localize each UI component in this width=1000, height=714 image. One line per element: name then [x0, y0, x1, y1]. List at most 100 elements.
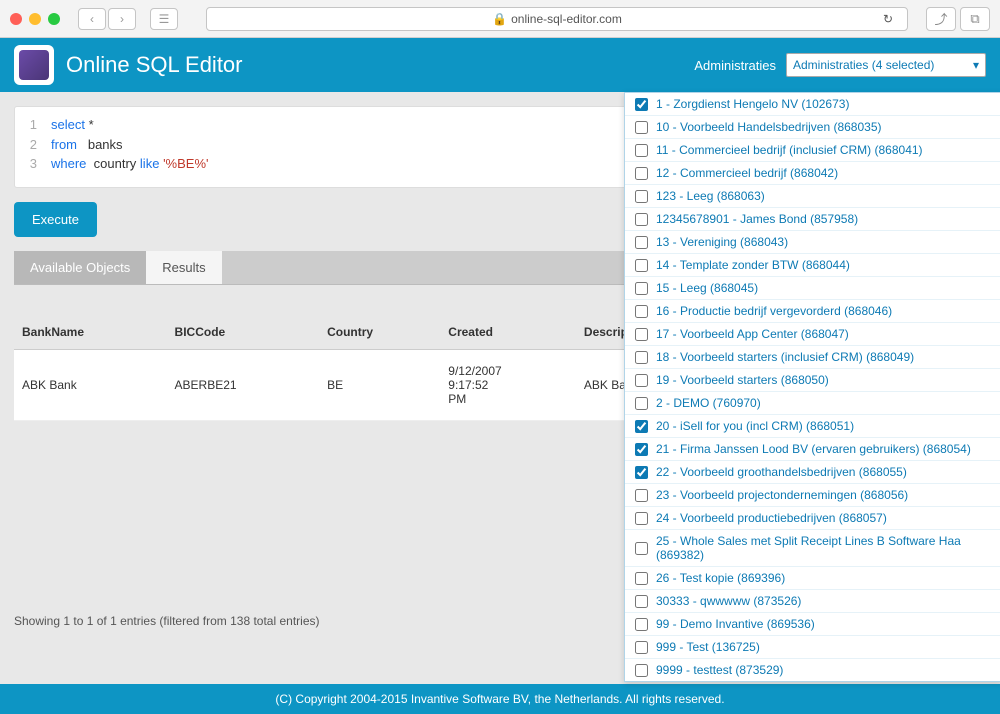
dropdown-item-label: 999 - Test (136725) [656, 640, 760, 654]
dropdown-item[interactable]: 14 - Template zonder BTW (868044) [625, 254, 1000, 277]
dropdown-checkbox[interactable] [635, 542, 648, 555]
dropdown-checkbox[interactable] [635, 664, 648, 677]
dropdown-item-label: 22 - Voorbeeld groothandelsbedrijven (86… [656, 465, 907, 479]
dropdown-checkbox[interactable] [635, 98, 648, 111]
dropdown-item[interactable]: 15 - Leeg (868045) [625, 277, 1000, 300]
dropdown-checkbox[interactable] [635, 282, 648, 295]
dropdown-item[interactable]: 26 - Test kopie (869396) [625, 567, 1000, 590]
dropdown-item-label: 19 - Voorbeeld starters (868050) [656, 373, 829, 387]
dropdown-checkbox[interactable] [635, 595, 648, 608]
dropdown-item-label: 12345678901 - James Bond (857958) [656, 212, 858, 226]
refresh-icon[interactable]: ↻ [877, 12, 899, 26]
tab-available-objects[interactable]: Available Objects [14, 251, 146, 284]
admin-dropdown-panel: 1 - Zorgdienst Hengelo NV (102673) 10 - V… [624, 92, 1000, 682]
dropdown-item[interactable]: 11 - Commercieel bedrijf (inclusief CRM)… [625, 139, 1000, 162]
dropdown-item[interactable]: 20 - iSell for you (incl CRM) (868051) [625, 415, 1000, 438]
dropdown-item[interactable]: 99 - Demo Invantive (869536) [625, 613, 1000, 636]
share-button[interactable]: ⤴ [926, 7, 956, 31]
chevron-down-icon: ▾ [973, 58, 979, 72]
dropdown-checkbox[interactable] [635, 397, 648, 410]
browser-right-buttons: ⤴ ⧉ [926, 7, 990, 31]
dropdown-item[interactable]: 21 - Firma Janssen Lood BV (ervaren gebr… [625, 438, 1000, 461]
dropdown-item[interactable]: 9999 - testtest (873529) [625, 659, 1000, 682]
dropdown-item[interactable]: 24 - Voorbeeld productiebedrijven (86805… [625, 507, 1000, 530]
dropdown-checkbox[interactable] [635, 641, 648, 654]
dropdown-item-label: 24 - Voorbeeld productiebedrijven (86805… [656, 511, 887, 525]
dropdown-item[interactable]: 999 - Test (136725) [625, 636, 1000, 659]
dropdown-item[interactable]: 123 - Leeg (868063) [625, 185, 1000, 208]
dropdown-item[interactable]: 22 - Voorbeeld groothandelsbedrijven (86… [625, 461, 1000, 484]
dropdown-item[interactable]: 2 - DEMO (760970) [625, 392, 1000, 415]
dropdown-checkbox[interactable] [635, 489, 648, 502]
tab-results[interactable]: Results [146, 251, 221, 284]
dropdown-checkbox[interactable] [635, 618, 648, 631]
app-header: Online SQL Editor Administraties Adminis… [0, 38, 1000, 92]
footer: (C) Copyright 2004-2015 Invantive Softwa… [0, 684, 1000, 714]
dropdown-checkbox[interactable] [635, 167, 648, 180]
dropdown-item[interactable]: 17 - Voorbeeld App Center (868047) [625, 323, 1000, 346]
dropdown-checkbox[interactable] [635, 512, 648, 525]
dropdown-checkbox[interactable] [635, 443, 648, 456]
dropdown-item[interactable]: 12345678901 - James Bond (857958) [625, 208, 1000, 231]
dropdown-item-label: 14 - Template zonder BTW (868044) [656, 258, 850, 272]
dropdown-checkbox[interactable] [635, 190, 648, 203]
dropdown-item-label: 30333 - qwwwww (873526) [656, 594, 801, 608]
line-number: 3 [27, 154, 37, 174]
dropdown-item-label: 99 - Demo Invantive (869536) [656, 617, 815, 631]
minimize-window-icon[interactable] [29, 13, 41, 25]
dropdown-item[interactable]: 23 - Voorbeeld projectondernemingen (868… [625, 484, 1000, 507]
admin-select[interactable]: Administraties (4 selected) ▾ [786, 53, 986, 77]
dropdown-item[interactable]: 12 - Commercieel bedrijf (868042) [625, 162, 1000, 185]
dropdown-checkbox[interactable] [635, 374, 648, 387]
dropdown-item[interactable]: 10 - Voorbeeld Handelsbedrijven (868035) [625, 116, 1000, 139]
dropdown-item[interactable]: 16 - Productie bedrijf vergevorderd (868… [625, 300, 1000, 323]
line-number: 1 [27, 115, 37, 135]
dropdown-item-label: 21 - Firma Janssen Lood BV (ervaren gebr… [656, 442, 971, 456]
dropdown-item-label: 23 - Voorbeeld projectondernemingen (868… [656, 488, 908, 502]
dropdown-checkbox[interactable] [635, 351, 648, 364]
execute-button[interactable]: Execute [14, 202, 97, 237]
dropdown-item[interactable]: 18 - Voorbeeld starters (inclusief CRM) … [625, 346, 1000, 369]
maximize-window-icon[interactable] [48, 13, 60, 25]
dropdown-item[interactable]: 1 - Zorgdienst Hengelo NV (102673) [625, 93, 1000, 116]
close-window-icon[interactable] [10, 13, 22, 25]
col-biccode[interactable]: BICCode [167, 315, 320, 350]
dropdown-item[interactable]: 25 - Whole Sales met Split Receipt Lines… [625, 530, 1000, 567]
entries-info: Showing 1 to 1 of 1 entries (filtered fr… [14, 614, 320, 628]
app-title: Online SQL Editor [66, 52, 243, 78]
dropdown-checkbox[interactable] [635, 572, 648, 585]
dropdown-item-label: 15 - Leeg (868045) [656, 281, 758, 295]
dropdown-checkbox[interactable] [635, 236, 648, 249]
dropdown-checkbox[interactable] [635, 144, 648, 157]
col-country[interactable]: Country [319, 315, 440, 350]
dropdown-item-label: 20 - iSell for you (incl CRM) (868051) [656, 419, 854, 433]
col-bankname[interactable]: BankName [14, 315, 167, 350]
tabs-button[interactable]: ⧉ [960, 7, 990, 31]
col-created[interactable]: Created [440, 315, 576, 350]
dropdown-item[interactable]: 30333 - qwwwww (873526) [625, 590, 1000, 613]
dropdown-item-label: 9999 - testtest (873529) [656, 663, 783, 677]
dropdown-checkbox[interactable] [635, 121, 648, 134]
cell-biccode: ABERBE21 [167, 350, 320, 421]
dropdown-item-label: 1 - Zorgdienst Hengelo NV (102673) [656, 97, 849, 111]
dropdown-item-label: 17 - Voorbeeld App Center (868047) [656, 327, 849, 341]
dropdown-item-label: 2 - DEMO (760970) [656, 396, 761, 410]
back-button[interactable]: ‹ [78, 8, 106, 30]
lock-icon: 🔒 [492, 12, 507, 26]
cell-created: 9/12/20079:17:52PM [440, 350, 576, 421]
sidebar-button[interactable]: ☰ [150, 8, 178, 30]
dropdown-item[interactable]: 13 - Vereniging (868043) [625, 231, 1000, 254]
dropdown-checkbox[interactable] [635, 305, 648, 318]
dropdown-item[interactable]: 19 - Voorbeeld starters (868050) [625, 369, 1000, 392]
dropdown-checkbox[interactable] [635, 213, 648, 226]
dropdown-checkbox[interactable] [635, 328, 648, 341]
dropdown-checkbox[interactable] [635, 420, 648, 433]
forward-button[interactable]: › [108, 8, 136, 30]
dropdown-item-label: 25 - Whole Sales met Split Receipt Lines… [656, 534, 991, 562]
admin-select-value: Administraties (4 selected) [793, 58, 934, 72]
url-bar[interactable]: 🔒 online-sql-editor.com ↻ [206, 7, 908, 31]
copyright-text: (C) Copyright 2004-2015 Invantive Softwa… [275, 692, 724, 706]
dropdown-checkbox[interactable] [635, 259, 648, 272]
dropdown-checkbox[interactable] [635, 466, 648, 479]
browser-chrome: ‹ › ☰ 🔒 online-sql-editor.com ↻ ⤴ ⧉ [0, 0, 1000, 38]
